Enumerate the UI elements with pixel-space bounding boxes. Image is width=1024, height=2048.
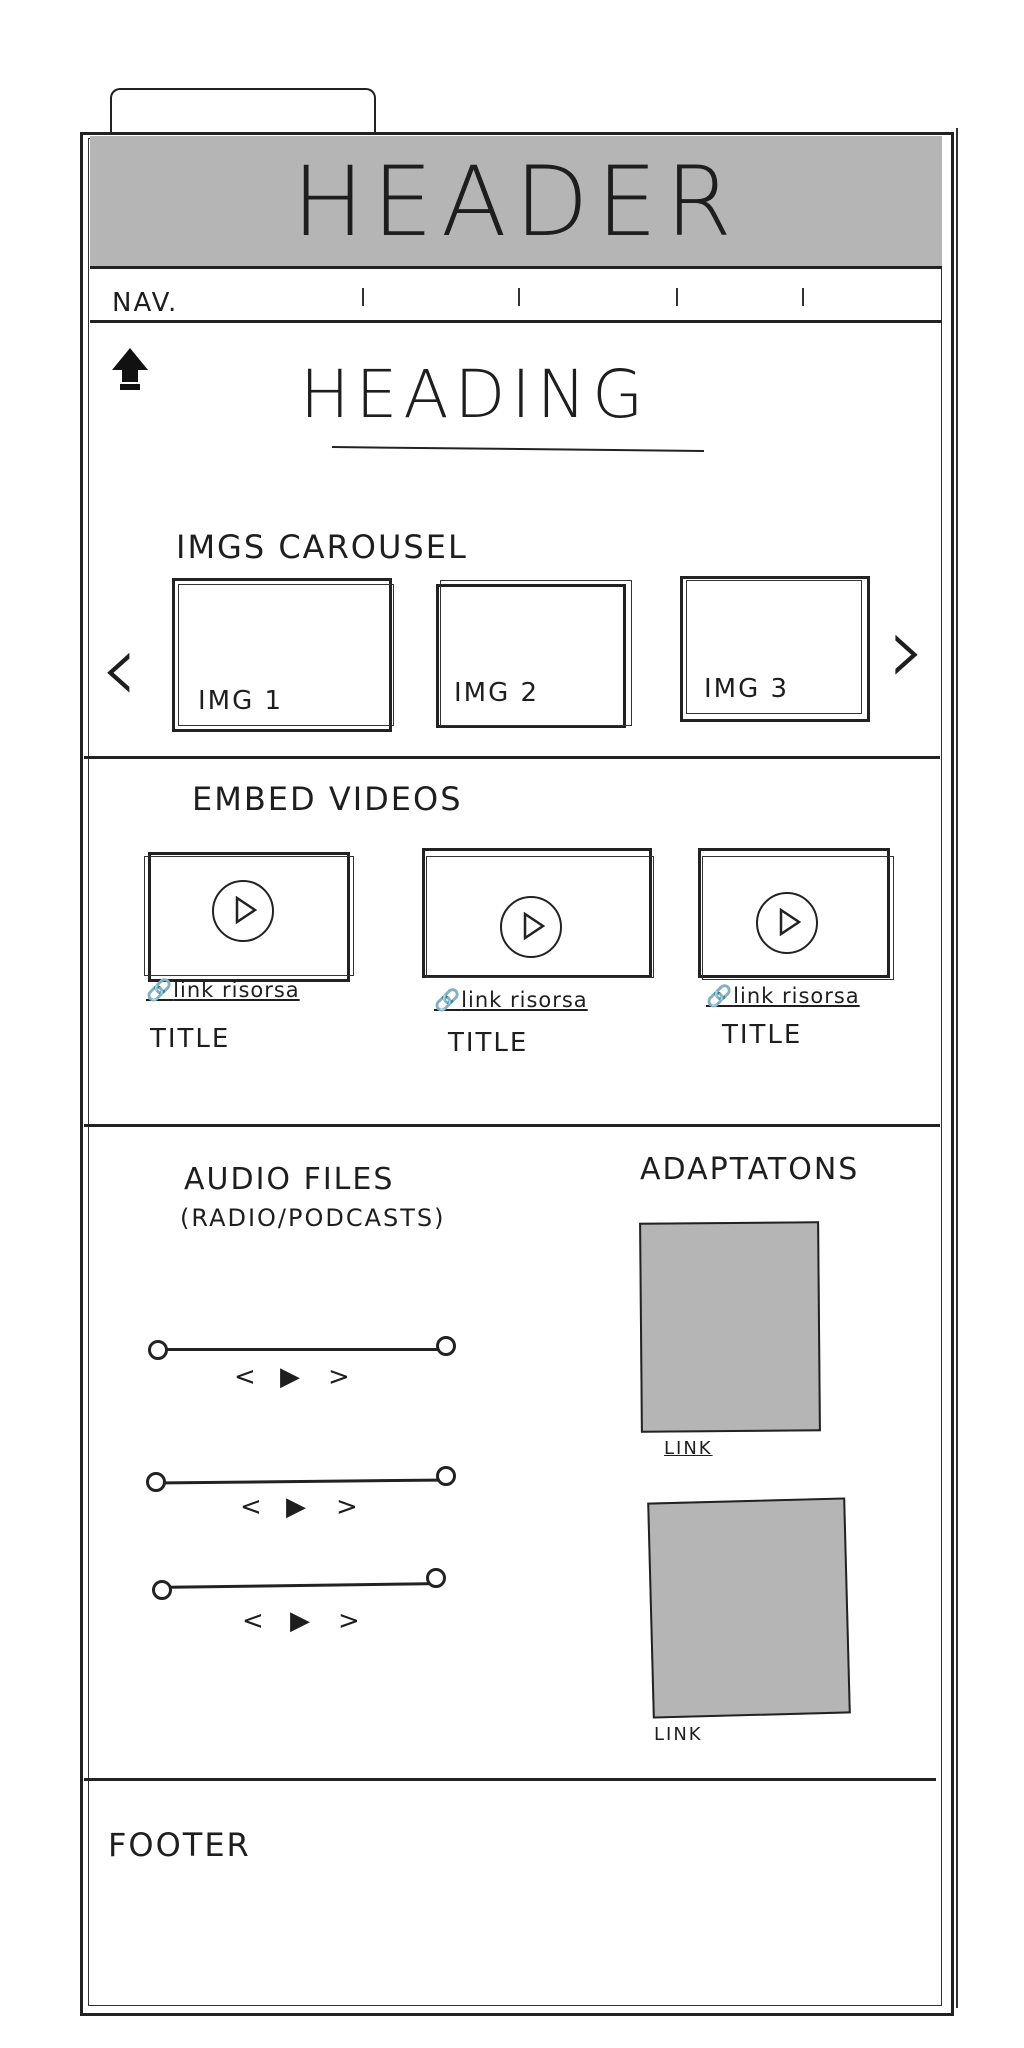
videos-label: EMBED VIDEOS [192, 780, 463, 818]
audio-prev-button[interactable]: < [234, 1362, 258, 1392]
arrow-up-icon[interactable] [110, 346, 150, 398]
page-heading: HEADING [300, 356, 650, 433]
nav-item-separator[interactable] [802, 288, 804, 306]
chevron-left-icon[interactable]: ‹ [100, 612, 140, 724]
header-title: HEADER [292, 146, 740, 258]
video-title: TITLE [448, 1028, 529, 1058]
link-icon: 🔗 [706, 984, 734, 1008]
resource-link-label: link risorsa [733, 984, 860, 1008]
link-icon: 🔗 [434, 988, 462, 1012]
play-icon[interactable] [212, 880, 274, 942]
carousel-image-label: IMG 3 [704, 674, 790, 704]
audio-play-button[interactable]: ▶ [290, 1606, 312, 1636]
link-icon: 🔗 [146, 978, 174, 1002]
audio-next-button[interactable]: > [336, 1492, 360, 1522]
audio-progress-end[interactable] [426, 1568, 446, 1588]
page-frame-edge [956, 128, 958, 2008]
resource-link[interactable]: 🔗link risorsa [434, 988, 588, 1013]
nav-item-separator[interactable] [676, 288, 678, 306]
video-title: TITLE [150, 1024, 231, 1054]
adaptation-link[interactable]: LINK [664, 1438, 713, 1459]
nav-bar [90, 272, 942, 323]
resource-link-label: link risorsa [461, 988, 588, 1012]
resource-link[interactable]: 🔗link risorsa [706, 984, 860, 1009]
play-icon[interactable] [756, 892, 818, 954]
play-icon[interactable] [500, 896, 562, 958]
audio-play-button[interactable]: ▶ [280, 1362, 302, 1392]
audio-progress-end[interactable] [436, 1336, 456, 1356]
audio-progress-end[interactable] [436, 1466, 456, 1486]
audio-next-button[interactable]: > [328, 1362, 352, 1392]
footer-label: FOOTER [108, 1826, 251, 1864]
adaptation-cover[interactable] [639, 1221, 821, 1433]
section-divider [84, 1778, 936, 1781]
resource-link[interactable]: 🔗link risorsa [146, 978, 300, 1003]
audio-play-button[interactable]: ▶ [286, 1492, 308, 1522]
audio-sublabel: (RADIO/PODCASTS) [180, 1204, 446, 1232]
audio-label: AUDIO FILES [184, 1162, 395, 1197]
carousel-label: IMGS CAROUSEL [176, 528, 468, 566]
adaptations-label: ADAPTATONS [640, 1152, 860, 1187]
carousel-image-label: IMG 2 [454, 678, 540, 708]
audio-progress-track[interactable] [156, 1348, 448, 1351]
adaptation-cover[interactable] [647, 1497, 851, 1719]
nav-label: NAV. [112, 288, 179, 318]
video-title: TITLE [722, 1020, 803, 1050]
section-divider [84, 756, 940, 759]
resource-link-label: link risorsa [173, 978, 300, 1002]
nav-item-separator[interactable] [362, 288, 364, 306]
audio-prev-button[interactable]: < [240, 1492, 264, 1522]
audio-progress-start[interactable] [146, 1472, 166, 1492]
audio-next-button[interactable]: > [338, 1606, 362, 1636]
browser-tab[interactable] [110, 88, 376, 134]
audio-progress-start[interactable] [152, 1580, 172, 1600]
audio-progress-start[interactable] [148, 1340, 168, 1360]
section-divider [84, 1124, 940, 1127]
audio-prev-button[interactable]: < [242, 1606, 266, 1636]
adaptation-link[interactable]: LINK [654, 1724, 703, 1745]
chevron-right-icon[interactable]: › [888, 594, 928, 706]
carousel-image-label: IMG 1 [198, 686, 284, 716]
nav-item-separator[interactable] [518, 288, 520, 306]
